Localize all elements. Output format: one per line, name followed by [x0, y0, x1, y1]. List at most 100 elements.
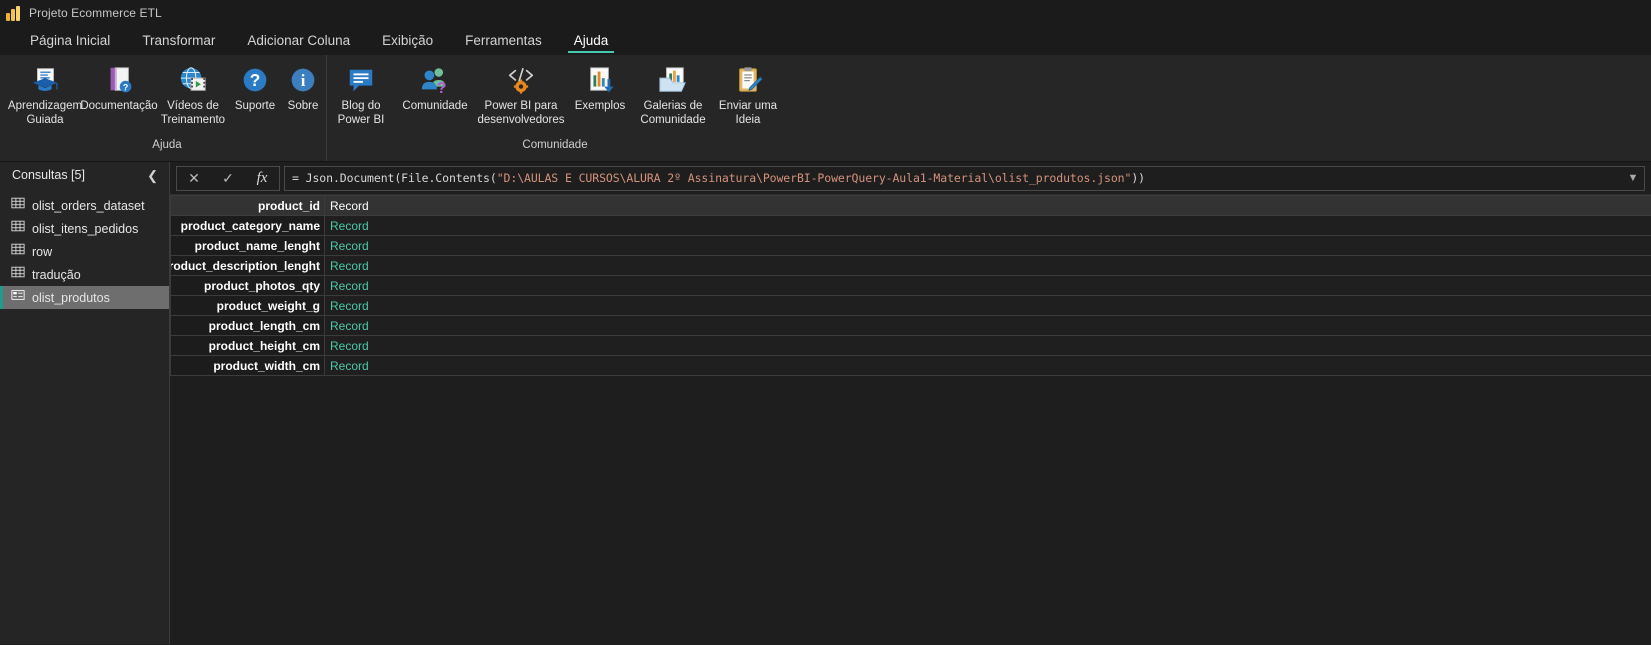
- data-grid: product_id Record product_category_name …: [170, 195, 1651, 644]
- support-question-icon: ?: [239, 64, 271, 96]
- ribbon-group-label-comunidade: Comunidade: [522, 139, 588, 151]
- ribbon-button-comunidade[interactable]: ? Comunidade: [395, 60, 475, 114]
- row-field-value[interactable]: Record: [325, 196, 1651, 215]
- ribbon-button-label: Exemplos: [574, 100, 626, 112]
- cancel-x-icon[interactable]: ✕: [177, 167, 211, 190]
- row-field-value[interactable]: Record: [325, 336, 1651, 355]
- table-icon: [11, 242, 25, 261]
- table-row[interactable]: product_weight_g Record: [170, 296, 1651, 316]
- samples-download-icon: [584, 64, 616, 96]
- table-row[interactable]: product_width_cm Record: [170, 356, 1651, 376]
- chevron-down-icon[interactable]: ▼: [1622, 167, 1644, 190]
- blog-speech-bubble-icon: [345, 64, 377, 96]
- ribbon: Aprendizagem Guiada ? Documentação Vídeo…: [0, 55, 1651, 162]
- row-field-name: product_height_cm: [170, 336, 325, 355]
- guided-learning-icon: [29, 64, 61, 96]
- ribbon-button-enviar-uma-ideia[interactable]: Enviar uma Ideia: [713, 60, 783, 127]
- sidebar-item-row[interactable]: row: [0, 240, 169, 263]
- sidebar-item-label: tradução: [32, 267, 81, 282]
- ribbon-button-documentacao[interactable]: ? Documentação: [80, 60, 158, 114]
- sidebar-item-olist-produtos[interactable]: olist_produtos: [0, 286, 169, 309]
- documentation-book-icon: ?: [103, 64, 135, 96]
- row-field-value[interactable]: Record: [325, 276, 1651, 295]
- table-row[interactable]: product_photos_qty Record: [170, 276, 1651, 296]
- title-bar: Projeto Ecommerce ETL: [0, 0, 1651, 26]
- formula-buttons: ✕ ✓ fx: [176, 165, 280, 191]
- ribbon-button-galerias-de-comunidade[interactable]: Galerias de Comunidade: [633, 60, 713, 127]
- ribbon-button-sobre[interactable]: i Sobre: [280, 60, 326, 114]
- table-icon: [11, 265, 25, 284]
- sidebar-item-label: olist_orders_dataset: [32, 198, 145, 213]
- powerbi-logo-icon: [6, 5, 21, 21]
- table-row[interactable]: product_description_lenght Record: [170, 256, 1651, 276]
- row-field-value[interactable]: Record: [325, 216, 1651, 235]
- table-row[interactable]: product_id Record: [170, 196, 1651, 216]
- main-panel: ✕ ✓ fx = Json.Document(File.Contents("D:…: [170, 162, 1651, 644]
- sidebar-item-traducao[interactable]: tradução: [0, 263, 169, 286]
- ribbon-button-label: Sobre: [287, 100, 319, 112]
- ribbon-button-label: Vídeos de Treinamento: [160, 100, 226, 126]
- svg-text:?: ?: [437, 80, 447, 95]
- fx-icon[interactable]: fx: [245, 167, 279, 190]
- ribbon-button-power-bi-para-desenvolvedores[interactable]: Power BI para desenvolvedores: [475, 60, 567, 127]
- ribbon-button-videos-de-treinamento[interactable]: Vídeos de Treinamento: [156, 60, 230, 127]
- queries-title: Consultas [5]: [12, 168, 85, 182]
- ribbon-button-label: Blog do Power BI: [337, 100, 385, 126]
- row-field-value[interactable]: Record: [325, 256, 1651, 275]
- svg-text:?: ?: [123, 82, 128, 92]
- ribbon-group-label-ajuda: Ajuda: [152, 139, 182, 151]
- formula-prefix: = Json.Document(File.Contents(: [292, 171, 497, 185]
- formula-suffix: )): [1131, 171, 1145, 185]
- confirm-check-icon[interactable]: ✓: [211, 167, 245, 190]
- tab-ferramentas[interactable]: Ferramentas: [449, 26, 558, 55]
- queries-header: Consultas [5] ❮: [0, 162, 169, 188]
- formula-input[interactable]: = Json.Document(File.Contents("D:\AULAS …: [284, 165, 1645, 191]
- row-field-name: product_weight_g: [170, 296, 325, 315]
- queries-list: olist_orders_dataset olist_itens_pedidos: [0, 194, 169, 309]
- ribbon-button-suporte[interactable]: ? Suporte: [230, 60, 280, 114]
- row-field-value[interactable]: Record: [325, 296, 1651, 315]
- row-field-value[interactable]: Record: [325, 356, 1651, 375]
- row-field-value[interactable]: Record: [325, 236, 1651, 255]
- row-field-name: product_category_name: [170, 216, 325, 235]
- ribbon-tab-bar: Página Inicial Transformar Adicionar Col…: [0, 26, 1651, 55]
- ribbon-button-exemplos[interactable]: Exemplos: [567, 60, 633, 114]
- table-row[interactable]: product_height_cm Record: [170, 336, 1651, 356]
- formula-text: = Json.Document(File.Contents("D:\AULAS …: [285, 171, 1622, 185]
- work-area: Consultas [5] ❮ olist_orders_dataset oli…: [0, 162, 1651, 644]
- table-icon: [11, 219, 25, 238]
- gallery-folder-icon: [657, 64, 689, 96]
- table-icon: [11, 196, 25, 215]
- row-field-name: product_id: [170, 196, 325, 215]
- sidebar-item-olist-orders-dataset[interactable]: olist_orders_dataset: [0, 194, 169, 217]
- ribbon-button-label: Enviar uma Ideia: [718, 100, 778, 126]
- sidebar-item-label: olist_produtos: [32, 290, 110, 305]
- table-row[interactable]: product_category_name Record: [170, 216, 1651, 236]
- formula-bar: ✕ ✓ fx = Json.Document(File.Contents("D:…: [170, 162, 1651, 195]
- table-row[interactable]: product_name_lenght Record: [170, 236, 1651, 256]
- svg-text:i: i: [301, 71, 306, 90]
- row-field-value[interactable]: Record: [325, 316, 1651, 335]
- tab-exibicao[interactable]: Exibição: [366, 26, 449, 55]
- tab-transformar[interactable]: Transformar: [126, 26, 231, 55]
- tab-adicionar-coluna[interactable]: Adicionar Coluna: [231, 26, 366, 55]
- tab-ajuda[interactable]: Ajuda: [558, 26, 625, 55]
- queries-sidebar: Consultas [5] ❮ olist_orders_dataset oli…: [0, 162, 170, 644]
- ribbon-button-label: Aprendizagem Guiada: [7, 100, 83, 126]
- ribbon-button-aprendizagem-guiada[interactable]: Aprendizagem Guiada: [8, 60, 82, 127]
- row-field-name: product_photos_qty: [170, 276, 325, 295]
- ribbon-button-blog-do-power-bi[interactable]: Blog do Power BI: [327, 60, 395, 127]
- sidebar-item-olist-itens-pedidos[interactable]: olist_itens_pedidos: [0, 217, 169, 240]
- developers-code-gear-icon: [505, 64, 537, 96]
- sidebar-item-label: olist_itens_pedidos: [32, 221, 139, 236]
- about-info-icon: i: [287, 64, 319, 96]
- row-field-name: product_length_cm: [170, 316, 325, 335]
- row-field-name: product_name_lenght: [170, 236, 325, 255]
- tab-pagina-inicial[interactable]: Página Inicial: [14, 26, 126, 55]
- community-people-icon: ?: [419, 64, 451, 96]
- formula-path-literal: "D:\AULAS E CURSOS\ALURA 2º Assinatura\P…: [496, 171, 1132, 185]
- table-row[interactable]: product_length_cm Record: [170, 316, 1651, 336]
- chevron-left-icon[interactable]: ❮: [144, 167, 161, 184]
- submit-idea-clipboard-icon: [732, 64, 764, 96]
- record-icon: [11, 288, 25, 307]
